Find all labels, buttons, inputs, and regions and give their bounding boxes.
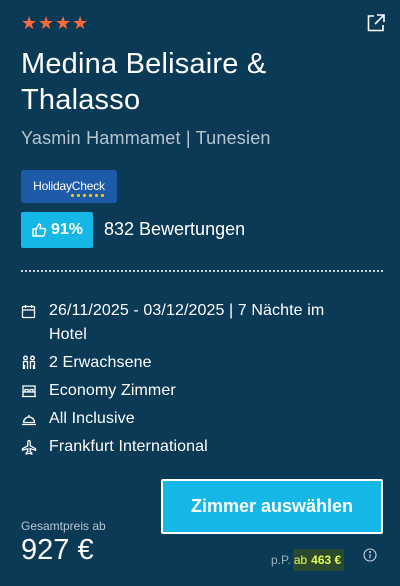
- detail-room-text: Economy Zimmer: [49, 382, 176, 399]
- info-icon[interactable]: [363, 548, 377, 562]
- travelers-icon: [22, 355, 36, 369]
- share-icon[interactable]: [365, 12, 387, 34]
- star-icon: ★: [21, 13, 38, 33]
- hotel-stars: ★ ★ ★ ★: [21, 13, 89, 33]
- total-price-label: Gesamtpreis ab: [21, 519, 106, 533]
- detail-dates-text: 26/11/2025 - 03/12/2025 | 7 Nächte im Ho…: [49, 302, 325, 343]
- review-count[interactable]: 832 Bewertungen: [104, 219, 245, 240]
- per-person-price: p.P. ab 463 €: [271, 549, 345, 571]
- star-icon: ★: [55, 13, 72, 33]
- hotel-name[interactable]: Medina Belisaire & Thalasso: [21, 46, 351, 118]
- select-room-button[interactable]: Zimmer auswählen: [161, 479, 383, 534]
- detail-airport-text: Frankfurt International: [49, 438, 208, 455]
- star-icon: ★: [38, 13, 55, 33]
- cloche-icon: [22, 415, 36, 426]
- calendar-icon: [21, 304, 36, 318]
- per-person-label: p.P.: [271, 553, 291, 567]
- recommendation-badge: 91%: [21, 212, 93, 248]
- thumbs-up-icon: [32, 223, 47, 237]
- detail-travelers-text: 2 Erwachsene: [49, 354, 152, 371]
- per-person-value: ab 463 €: [292, 549, 345, 571]
- detail-airport: Frankfurt International: [21, 435, 371, 459]
- detail-board: All Inclusive: [21, 407, 371, 431]
- hotel-location: Yasmin Hammamet | Tunesien: [21, 128, 271, 148]
- detail-board-text: All Inclusive: [49, 410, 135, 427]
- bed-icon: [22, 385, 36, 398]
- detail-room: Economy Zimmer: [21, 379, 371, 403]
- per-person-amount: 463 €: [311, 553, 342, 567]
- hotel-offer-card: ★ ★ ★ ★ Medina Belisaire & Thalasso Yasm…: [0, 0, 400, 586]
- plane-icon: [21, 439, 37, 455]
- per-person-prefix: ab: [293, 553, 308, 567]
- total-price: 927 €: [21, 534, 94, 566]
- divider: [21, 270, 383, 272]
- holidaycheck-logo-dots: [70, 193, 104, 197]
- holidaycheck-logo-text: HolidayCheck: [33, 178, 105, 193]
- detail-travelers: 2 Erwachsene: [21, 351, 371, 375]
- star-icon: ★: [72, 13, 89, 33]
- trip-details: 26/11/2025 - 03/12/2025 | 7 Nächte im Ho…: [21, 299, 371, 463]
- holidaycheck-logo: HolidayCheck: [21, 170, 117, 203]
- detail-dates: 26/11/2025 - 03/12/2025 | 7 Nächte im Ho…: [21, 299, 371, 347]
- recommendation-rate: 91%: [50, 221, 84, 238]
